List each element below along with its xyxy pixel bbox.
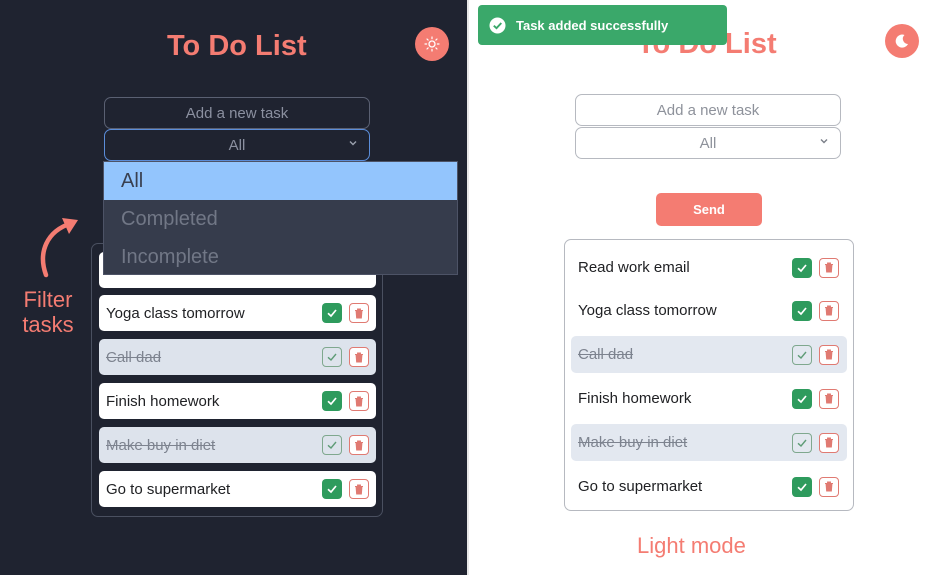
- delete-button[interactable]: [349, 303, 369, 323]
- trash-icon: [825, 349, 833, 360]
- filter-option-incomplete[interactable]: Incomplete: [104, 238, 457, 276]
- task-row: Go to supermarket: [571, 468, 847, 505]
- complete-toggle[interactable]: [792, 257, 812, 278]
- filter-tasks-annotation: Filter tasks: [14, 287, 82, 337]
- complete-toggle[interactable]: [322, 479, 342, 499]
- delete-button[interactable]: [349, 391, 369, 411]
- complete-toggle[interactable]: [322, 391, 342, 411]
- task-text: Go to supermarket: [578, 478, 703, 495]
- check-icon: [327, 397, 337, 406]
- dark-mode-panel: To Do List Add a new task All Yoga class…: [0, 0, 467, 575]
- task-row: Go to supermarket: [99, 471, 376, 507]
- trash-icon: [355, 352, 363, 362]
- filter-select[interactable]: All: [575, 127, 841, 159]
- check-icon: [797, 263, 807, 272]
- task-text: Call dad: [106, 348, 162, 366]
- filter-option-completed[interactable]: Completed: [104, 200, 457, 238]
- sun-icon: [424, 36, 440, 52]
- check-icon: [327, 485, 337, 494]
- trash-icon: [355, 396, 363, 406]
- task-text: Finish homework: [106, 392, 220, 410]
- annotation-line: tasks: [22, 312, 74, 337]
- trash-icon: [825, 393, 833, 404]
- check-icon: [797, 482, 807, 491]
- delete-button[interactable]: [819, 476, 839, 497]
- filter-select[interactable]: All: [104, 129, 370, 161]
- trash-icon: [355, 484, 363, 494]
- check-icon: [797, 439, 807, 447]
- task-text: Yoga class tomorrow: [106, 304, 245, 322]
- check-icon: [327, 353, 337, 362]
- theme-toggle-button[interactable]: [885, 24, 919, 58]
- filter-option-all[interactable]: All: [104, 162, 457, 200]
- trash-icon: [825, 481, 833, 492]
- chevron-down-icon: [820, 139, 828, 144]
- task-row: Call dad: [99, 339, 376, 375]
- delete-button[interactable]: [819, 344, 839, 365]
- task-text: Make buy in diet: [106, 436, 216, 454]
- check-circle-icon: [489, 17, 506, 34]
- task-row: Call dad: [571, 336, 847, 373]
- moon-icon: [895, 34, 908, 48]
- new-task-input[interactable]: Add a new task: [575, 94, 841, 126]
- complete-toggle[interactable]: [792, 388, 812, 409]
- trash-icon: [825, 305, 833, 316]
- check-icon: [797, 394, 807, 403]
- filter-select-value: All: [699, 134, 717, 152]
- annotation-line: Filter: [23, 287, 73, 312]
- complete-toggle[interactable]: [792, 432, 812, 453]
- delete-button[interactable]: [819, 432, 839, 453]
- trash-icon: [355, 440, 363, 450]
- task-text: Read work email: [578, 259, 690, 276]
- task-row: Make buy in diet: [99, 427, 376, 463]
- task-row: Finish homework: [571, 380, 847, 417]
- trash-icon: [355, 308, 363, 318]
- trash-icon: [825, 437, 833, 448]
- task-row: Read work email: [571, 249, 847, 286]
- complete-toggle[interactable]: [792, 476, 812, 497]
- chevron-down-icon: [349, 141, 357, 146]
- task-text: Go to supermarket: [106, 480, 231, 498]
- complete-toggle[interactable]: [322, 435, 342, 455]
- task-row: Finish homework: [99, 383, 376, 419]
- complete-toggle[interactable]: [792, 300, 812, 321]
- curved-arrow-icon: [40, 218, 78, 278]
- check-icon: [327, 441, 337, 450]
- task-row: Yoga class tomorrow: [99, 295, 376, 331]
- check-icon: [797, 351, 807, 359]
- task-text: Yoga class tomorrow: [578, 302, 717, 319]
- theme-toggle-button[interactable]: [415, 27, 449, 61]
- light-mode-annotation: Light mode: [637, 533, 746, 558]
- toast-message: Task added successfully: [516, 17, 669, 33]
- task-text: Call dad: [578, 346, 634, 363]
- filter-select-value: All: [228, 136, 246, 154]
- task-text: Make buy in diet: [578, 434, 688, 451]
- complete-toggle[interactable]: [322, 303, 342, 323]
- complete-toggle[interactable]: [792, 344, 812, 365]
- filter-dropdown-menu: All Completed Incomplete: [103, 161, 458, 275]
- send-button[interactable]: Send: [656, 193, 762, 226]
- task-text: Finish homework: [578, 390, 692, 407]
- delete-button[interactable]: [349, 479, 369, 499]
- check-icon: [797, 306, 807, 315]
- delete-button[interactable]: [349, 435, 369, 455]
- delete-button[interactable]: [819, 300, 839, 321]
- page-title: To Do List: [167, 30, 307, 62]
- check-icon: [327, 309, 337, 318]
- delete-button[interactable]: [349, 347, 369, 367]
- light-mode-panel: To Do List Add a new task All Send Read …: [469, 0, 937, 575]
- complete-toggle[interactable]: [322, 347, 342, 367]
- task-row: Make buy in diet: [571, 424, 847, 461]
- trash-icon: [825, 262, 833, 273]
- delete-button[interactable]: [819, 388, 839, 409]
- new-task-input[interactable]: Add a new task: [104, 97, 370, 129]
- delete-button[interactable]: [819, 257, 839, 278]
- task-row: Yoga class tomorrow: [571, 292, 847, 329]
- success-toast: Task added successfully: [478, 5, 727, 45]
